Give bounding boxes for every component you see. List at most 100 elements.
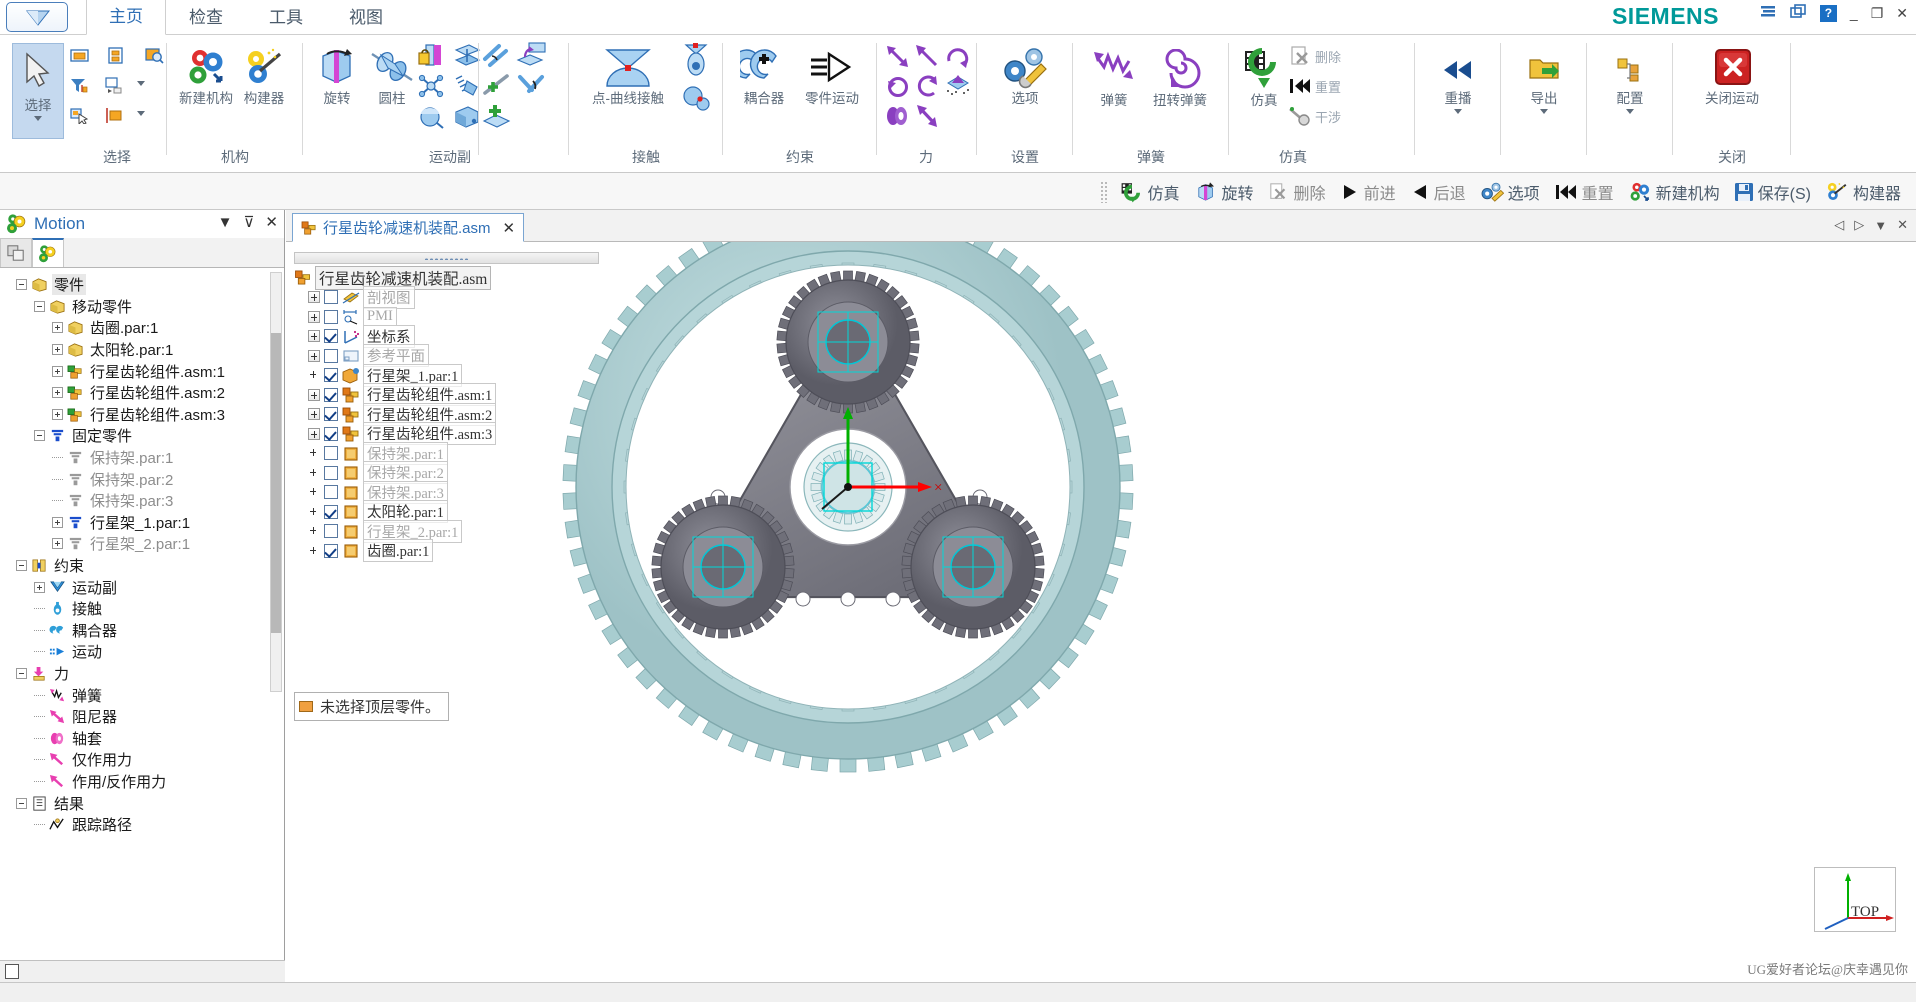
assembly-tree-item[interactable]: 行星架_2.par:1 xyxy=(294,519,599,543)
bushing-button[interactable] xyxy=(884,103,912,129)
close-button[interactable]: ✕ xyxy=(1896,6,1908,20)
filter-button[interactable] xyxy=(70,77,89,94)
zoom-select-button[interactable] xyxy=(145,47,164,64)
help-icon[interactable]: ? xyxy=(1819,4,1837,22)
toolbar-grip-handle[interactable] xyxy=(1099,180,1108,203)
tree-expander-plus-icon[interactable] xyxy=(308,349,320,362)
motion-tree-item[interactable]: 保持架.par:1 xyxy=(0,447,283,469)
motion-tree-item[interactable]: 结果 xyxy=(0,792,283,814)
visibility-checkbox[interactable] xyxy=(324,309,338,324)
chevron-down-icon[interactable] xyxy=(1540,108,1548,114)
part-motion-button[interactable]: 零件运动 xyxy=(800,45,864,107)
assembly-tree-grip[interactable] xyxy=(294,252,599,264)
collapse-icon[interactable]: ▼ xyxy=(218,215,233,230)
motion-tree-item[interactable]: 零件 xyxy=(0,274,283,296)
visibility-checkbox[interactable] xyxy=(324,348,338,363)
motion-tree-item[interactable]: 保持架.par:2 xyxy=(0,468,283,490)
motion-tree-item[interactable]: 约束 xyxy=(0,555,283,577)
tab-tools[interactable]: 工具 xyxy=(246,0,326,35)
select-all-button[interactable] xyxy=(70,47,89,64)
torque-cw-button[interactable] xyxy=(944,43,972,69)
quick-new-mechanism-button[interactable]: 新建机构 xyxy=(1623,178,1725,206)
torsion-spring-button[interactable]: 扭转弹簧 xyxy=(1148,47,1212,109)
visibility-checkbox[interactable] xyxy=(324,329,338,344)
assembly-tree-item[interactable]: 行星齿轮组件.asm:3 xyxy=(294,422,599,446)
point-curve-contact-button[interactable]: 点-曲线接触 xyxy=(576,45,680,107)
tree-expander-plus-icon[interactable] xyxy=(52,408,63,420)
assembly-tree-item[interactable]: 参考平面 xyxy=(294,344,599,368)
visibility-checkbox[interactable] xyxy=(324,465,338,480)
quick-rotate-button[interactable]: 旋转 xyxy=(1189,178,1259,206)
motion-tree-scrollbar[interactable] xyxy=(270,272,282,692)
tab-pathfinder[interactable] xyxy=(0,238,32,267)
tree-expander-plus-icon[interactable] xyxy=(52,387,63,399)
motion-tree-item[interactable]: 阻尼器 xyxy=(0,706,283,728)
close-motion-button[interactable]: 关闭运动 xyxy=(1690,45,1774,107)
tree-expander-plus-icon[interactable] xyxy=(52,365,63,377)
layout-icon[interactable] xyxy=(1760,4,1777,22)
quick-builder-button[interactable]: 构建器 xyxy=(1820,178,1906,206)
tree-expander-plus-icon[interactable] xyxy=(308,388,320,401)
new-mechanism-button[interactable]: 新建机构 xyxy=(174,45,238,107)
tree-expander-minus-icon[interactable] xyxy=(16,279,27,291)
graphics-viewport[interactable]: × 行星齿轮减速机装配.asm 剖视图 PMI 坐标系 参考平面 行星架_1.par:1… xyxy=(286,242,1916,982)
chevron-down-icon[interactable] xyxy=(1454,108,1462,114)
quick-simulate-button[interactable]: 仿真 xyxy=(1115,178,1185,206)
assembly-tree-item[interactable]: 太阳轮.par:1 xyxy=(294,500,599,524)
select-part-button[interactable] xyxy=(106,47,125,64)
parallel-joint-button[interactable] xyxy=(482,43,512,69)
motion-tree-item[interactable]: 太阳轮.par:1 xyxy=(0,339,283,361)
minimize-button[interactable]: _ xyxy=(1850,6,1858,20)
sphere-contact-button[interactable] xyxy=(682,85,710,111)
assembly-tree-item[interactable]: 坐标系 xyxy=(294,324,599,348)
nav-prev-icon[interactable]: ◁ xyxy=(1834,217,1844,233)
motion-tree-item[interactable]: 力 xyxy=(0,663,283,685)
motion-tree-item[interactable]: 行星齿轮组件.asm:1 xyxy=(0,360,283,382)
assembly-tree-root[interactable]: 行星齿轮减速机装配.asm xyxy=(294,265,599,290)
motion-tree-item[interactable]: 齿圈.par:1 xyxy=(0,317,283,339)
motion-tree-item[interactable]: 作用/反作用力 xyxy=(0,771,283,793)
force-bidir-button[interactable] xyxy=(884,43,912,69)
assembly-tree-item[interactable]: 齿圈.par:1 xyxy=(294,539,599,563)
tab-view[interactable]: 视图 xyxy=(326,0,406,35)
motion-tree[interactable]: 零件 移动零件 齿圈.par:1 太阳轮.par:1 行星齿轮组件.asm:1 行星齿轮组… xyxy=(0,270,283,960)
universal-joint-button[interactable] xyxy=(417,73,445,99)
perpendicular-joint-button[interactable] xyxy=(516,73,546,99)
assembly-tree-item[interactable]: 行星齿轮组件.asm:2 xyxy=(294,402,599,426)
select-edge-button[interactable] xyxy=(105,107,124,124)
tree-expander-minus-icon[interactable] xyxy=(34,300,45,312)
assembly-tree-item[interactable]: 保持架.par:1 xyxy=(294,441,599,465)
torque-arc-button[interactable] xyxy=(914,73,942,99)
motion-tree-item[interactable]: 仅作用力 xyxy=(0,749,283,771)
motion-tree-item[interactable]: 行星齿轮组件.asm:2 xyxy=(0,382,283,404)
tree-expander-plus-icon[interactable] xyxy=(52,322,63,334)
motion-tree-item[interactable]: 弹簧 xyxy=(0,684,283,706)
pin-icon[interactable]: ⊽ xyxy=(243,215,254,230)
motion-tree-item[interactable]: 行星架_1.par:1 xyxy=(0,512,283,534)
motion-tree-item[interactable]: 运动副 xyxy=(0,576,283,598)
motion-tree-item[interactable]: 行星架_2.par:1 xyxy=(0,533,283,555)
motion-tree-item[interactable]: 耦合器 xyxy=(0,620,283,642)
assembly-tree-item[interactable]: 行星架_1.par:1 xyxy=(294,363,599,387)
tree-expander-minus-icon[interactable] xyxy=(16,797,27,809)
application-menu-button[interactable] xyxy=(6,2,68,32)
motion-tree-item[interactable]: 保持架.par:3 xyxy=(0,490,283,512)
tree-expander-minus-icon[interactable] xyxy=(16,560,27,572)
visibility-checkbox[interactable] xyxy=(324,524,338,539)
motion-tree-item[interactable]: 固定零件 xyxy=(0,425,283,447)
options-button[interactable]: 选项 xyxy=(993,45,1057,107)
tab-motion[interactable] xyxy=(32,238,64,267)
assembly-tree-rows[interactable]: 剖视图 PMI 坐标系 参考平面 行星架_1.par:1 行星齿轮组件.asm:1 行星齿轮… xyxy=(294,285,599,563)
select-button[interactable]: 选择 xyxy=(12,43,64,139)
tree-expander-plus-icon[interactable] xyxy=(52,538,63,550)
assembly-tree-item[interactable]: 保持架.par:2 xyxy=(294,461,599,485)
visibility-checkbox[interactable] xyxy=(324,543,338,558)
nav-close-icon[interactable]: ✕ xyxy=(1897,217,1908,233)
motion-tree-item[interactable]: 行星齿轮组件.asm:3 xyxy=(0,404,283,426)
assembly-tree-item[interactable]: 保持架.par:3 xyxy=(294,480,599,504)
document-tab[interactable]: 行星齿轮减速机装配.asm ✕ xyxy=(292,213,525,242)
select-edge-dropdown[interactable] xyxy=(137,111,145,116)
fixed-joint-button[interactable] xyxy=(417,43,445,69)
tree-expander-plus-icon[interactable] xyxy=(308,330,320,343)
tree-expander-plus-icon[interactable] xyxy=(52,344,63,356)
